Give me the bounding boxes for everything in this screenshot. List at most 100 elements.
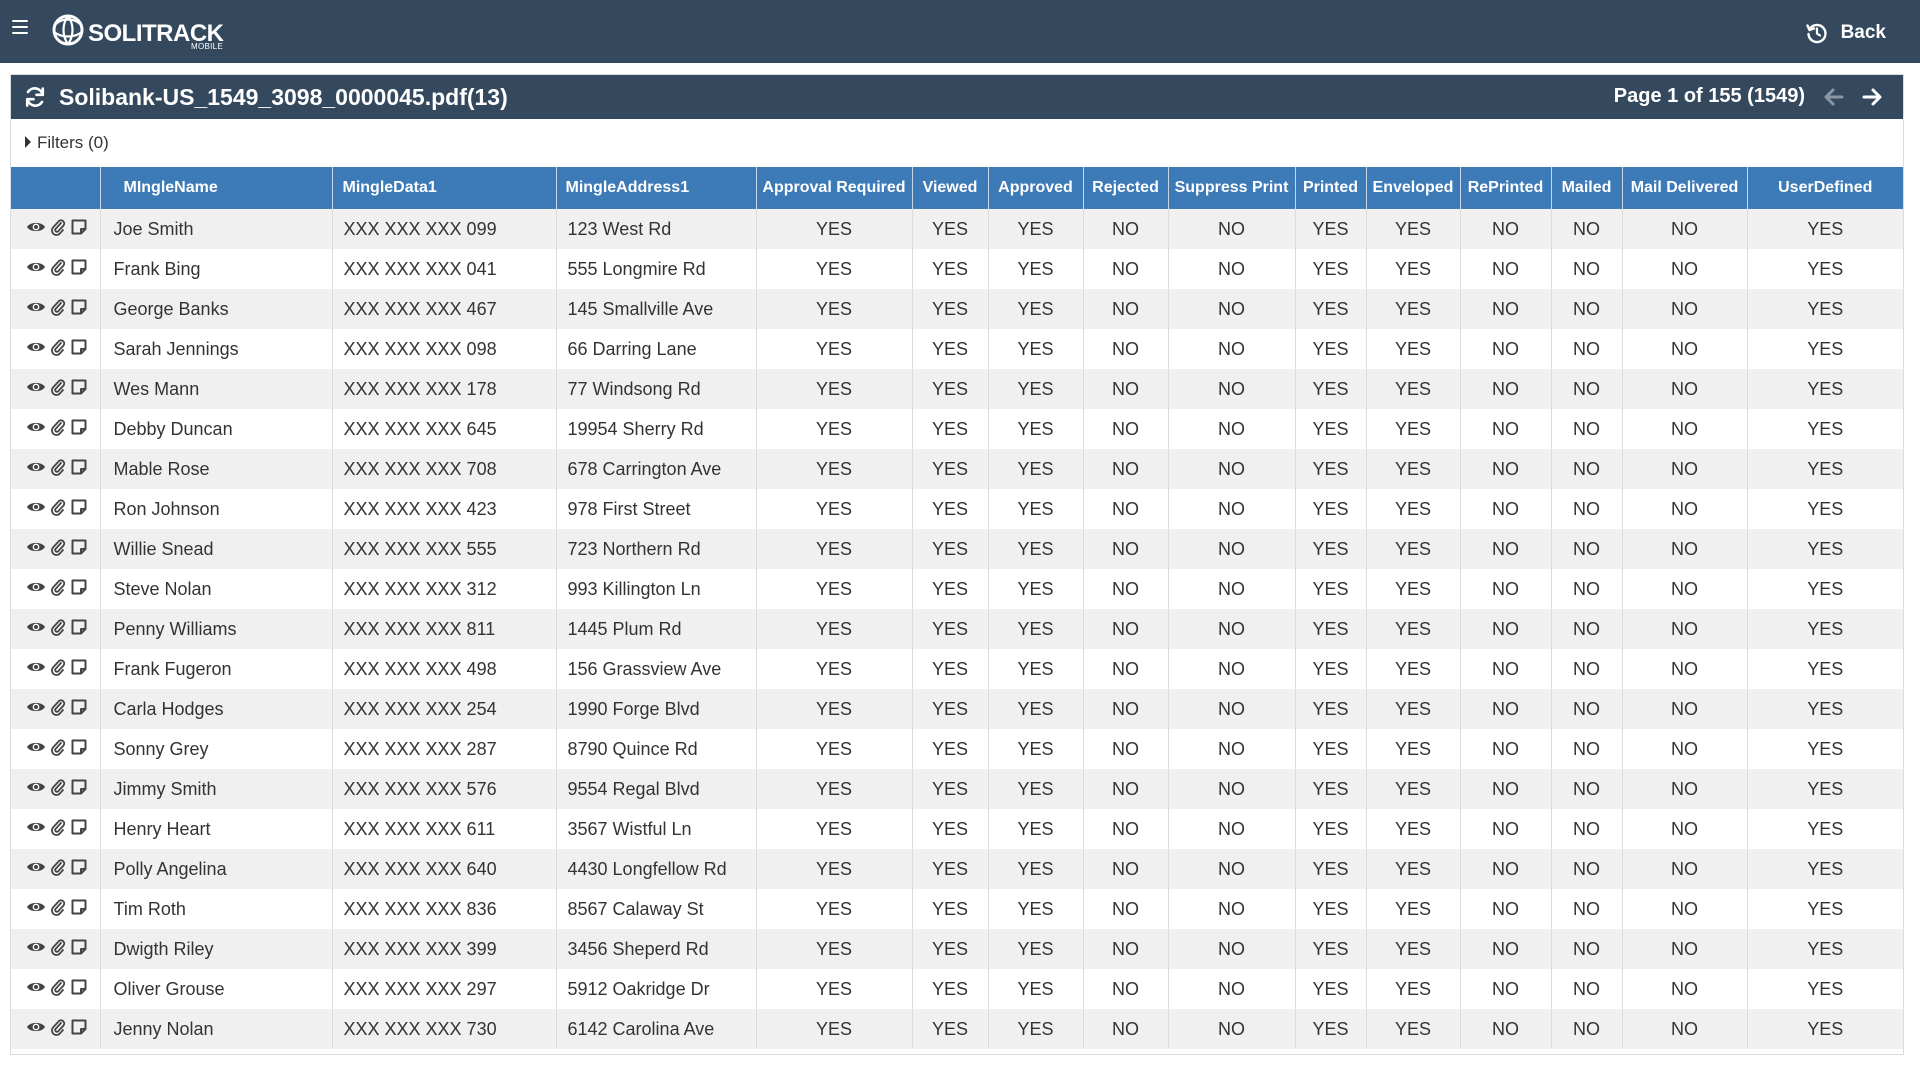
column-header-reprinted[interactable]: RePrinted bbox=[1460, 167, 1552, 209]
eye-icon[interactable] bbox=[26, 739, 46, 760]
note-icon[interactable] bbox=[70, 618, 88, 641]
table-row[interactable]: Joe Smith XXX XXX XXX 099 123 West Rd YES YE… bbox=[11, 209, 1903, 249]
table-row[interactable]: Sarah Jennings XXX XXX XXX 098 66 Darring … bbox=[11, 329, 1903, 369]
column-header-mingle-data1[interactable]: MingleData1 bbox=[332, 167, 557, 209]
note-icon[interactable] bbox=[70, 658, 88, 681]
note-icon[interactable] bbox=[70, 498, 88, 521]
table-row[interactable]: Ron Johnson XXX XXX XXX 423 978 First Stre… bbox=[11, 489, 1903, 529]
column-header-mingle-name[interactable]: MIngleName bbox=[100, 167, 333, 209]
paperclip-icon[interactable] bbox=[50, 378, 66, 401]
note-icon[interactable] bbox=[70, 778, 88, 801]
paperclip-icon[interactable] bbox=[50, 898, 66, 921]
column-header-mailed[interactable]: Mailed bbox=[1551, 167, 1623, 209]
paperclip-icon[interactable] bbox=[50, 418, 66, 441]
eye-icon[interactable] bbox=[26, 459, 46, 480]
table-row[interactable]: Frank Bing XXX XXX XXX 041 555 Longmire Rd… bbox=[11, 249, 1903, 289]
eye-icon[interactable] bbox=[26, 579, 46, 600]
paperclip-icon[interactable] bbox=[50, 938, 66, 961]
paperclip-icon[interactable] bbox=[50, 218, 66, 241]
eye-icon[interactable] bbox=[26, 979, 46, 1000]
column-header-viewed[interactable]: Viewed bbox=[912, 167, 989, 209]
eye-icon[interactable] bbox=[26, 619, 46, 640]
back-button[interactable]: Back bbox=[1805, 20, 1886, 46]
table-row[interactable]: Tim Roth XXX XXX XXX 836 8567 Calaway St YE… bbox=[11, 889, 1903, 929]
note-icon[interactable] bbox=[70, 298, 88, 321]
paperclip-icon[interactable] bbox=[50, 658, 66, 681]
table-row[interactable]: Sonny Grey XXX XXX XXX 287 8790 Quince Rd Y… bbox=[11, 729, 1903, 769]
note-icon[interactable] bbox=[70, 898, 88, 921]
paperclip-icon[interactable] bbox=[50, 258, 66, 281]
next-page-icon[interactable] bbox=[1861, 86, 1883, 108]
table-row[interactable]: Mable Rose XXX XXX XXX 708 678 Carrington … bbox=[11, 449, 1903, 489]
table-row[interactable]: Jenny Nolan XXX XXX XXX 730 6142 Carolina … bbox=[11, 1009, 1903, 1049]
column-header-approved[interactable]: Approved bbox=[988, 167, 1084, 209]
note-icon[interactable] bbox=[70, 218, 88, 241]
note-icon[interactable] bbox=[70, 1018, 88, 1041]
eye-icon[interactable] bbox=[26, 819, 46, 840]
column-header-mingle-address1[interactable]: MingleAddress1 bbox=[556, 167, 757, 209]
eye-icon[interactable] bbox=[26, 939, 46, 960]
eye-icon[interactable] bbox=[26, 779, 46, 800]
table-row[interactable]: Henry Heart XXX XXX XXX 611 3567 Wistful L… bbox=[11, 809, 1903, 849]
eye-icon[interactable] bbox=[26, 859, 46, 880]
note-icon[interactable] bbox=[70, 698, 88, 721]
paperclip-icon[interactable] bbox=[50, 818, 66, 841]
eye-icon[interactable] bbox=[26, 659, 46, 680]
filters-toggle[interactable]: Filters (0) bbox=[11, 119, 1903, 167]
note-icon[interactable] bbox=[70, 338, 88, 361]
column-header-suppress-print[interactable]: Suppress Print bbox=[1168, 167, 1296, 209]
refresh-icon[interactable] bbox=[23, 85, 47, 109]
note-icon[interactable] bbox=[70, 978, 88, 1001]
note-icon[interactable] bbox=[70, 258, 88, 281]
note-icon[interactable] bbox=[70, 818, 88, 841]
eye-icon[interactable] bbox=[26, 259, 46, 280]
paperclip-icon[interactable] bbox=[50, 538, 66, 561]
table-row[interactable]: Penny Williams XXX XXX XXX 811 1445 Plum R… bbox=[11, 609, 1903, 649]
note-icon[interactable] bbox=[70, 378, 88, 401]
note-icon[interactable] bbox=[70, 418, 88, 441]
table-row[interactable]: George Banks XXX XXX XXX 467 145 Smallvill… bbox=[11, 289, 1903, 329]
table-row[interactable]: Carla Hodges XXX XXX XXX 254 1990 Forge Bl… bbox=[11, 689, 1903, 729]
column-header-user-defined[interactable]: UserDefined bbox=[1747, 167, 1903, 209]
eye-icon[interactable] bbox=[26, 299, 46, 320]
table-row[interactable]: Debby Duncan XXX XXX XXX 645 19954 Sherry … bbox=[11, 409, 1903, 449]
column-header-mail-delivered[interactable]: Mail Delivered bbox=[1622, 167, 1748, 209]
table-row[interactable]: Jimmy Smith XXX XXX XXX 576 9554 Regal Blv… bbox=[11, 769, 1903, 809]
paperclip-icon[interactable] bbox=[50, 338, 66, 361]
column-header-approval-required[interactable]: Approval Required bbox=[756, 167, 913, 209]
paperclip-icon[interactable] bbox=[50, 1018, 66, 1041]
paperclip-icon[interactable] bbox=[50, 498, 66, 521]
eye-icon[interactable] bbox=[26, 699, 46, 720]
table-row[interactable]: Willie Snead XXX XXX XXX 555 723 Northern … bbox=[11, 529, 1903, 569]
paperclip-icon[interactable] bbox=[50, 298, 66, 321]
eye-icon[interactable] bbox=[26, 339, 46, 360]
paperclip-icon[interactable] bbox=[50, 578, 66, 601]
eye-icon[interactable] bbox=[26, 379, 46, 400]
table-row[interactable]: Oliver Grouse XXX XXX XXX 297 5912 Oakridg… bbox=[11, 969, 1903, 1009]
paperclip-icon[interactable] bbox=[50, 618, 66, 641]
note-icon[interactable] bbox=[70, 738, 88, 761]
column-header-enveloped[interactable]: Enveloped bbox=[1366, 167, 1461, 209]
eye-icon[interactable] bbox=[26, 499, 46, 520]
table-row[interactable]: Wes Mann XXX XXX XXX 178 77 Windsong Rd YES… bbox=[11, 369, 1903, 409]
note-icon[interactable] bbox=[70, 458, 88, 481]
prev-page-icon[interactable] bbox=[1823, 86, 1845, 108]
paperclip-icon[interactable] bbox=[50, 858, 66, 881]
paperclip-icon[interactable] bbox=[50, 738, 66, 761]
menu-icon[interactable] bbox=[12, 20, 28, 34]
eye-icon[interactable] bbox=[26, 899, 46, 920]
eye-icon[interactable] bbox=[26, 419, 46, 440]
eye-icon[interactable] bbox=[26, 1019, 46, 1040]
paperclip-icon[interactable] bbox=[50, 458, 66, 481]
table-row[interactable]: Polly Angelina XXX XXX XXX 640 4430 Longfe… bbox=[11, 849, 1903, 889]
note-icon[interactable] bbox=[70, 578, 88, 601]
note-icon[interactable] bbox=[70, 538, 88, 561]
table-row[interactable]: Frank Fugeron XXX XXX XXX 498 156 Grassvie… bbox=[11, 649, 1903, 689]
column-header-rejected[interactable]: Rejected bbox=[1083, 167, 1169, 209]
brand-logo[interactable]: SOLITRACK MOBILE bbox=[48, 12, 224, 52]
note-icon[interactable] bbox=[70, 858, 88, 881]
eye-icon[interactable] bbox=[26, 219, 46, 240]
column-header-printed[interactable]: Printed bbox=[1295, 167, 1367, 209]
eye-icon[interactable] bbox=[26, 539, 46, 560]
table-row[interactable]: Steve Nolan XXX XXX XXX 312 993 Killington… bbox=[11, 569, 1903, 609]
